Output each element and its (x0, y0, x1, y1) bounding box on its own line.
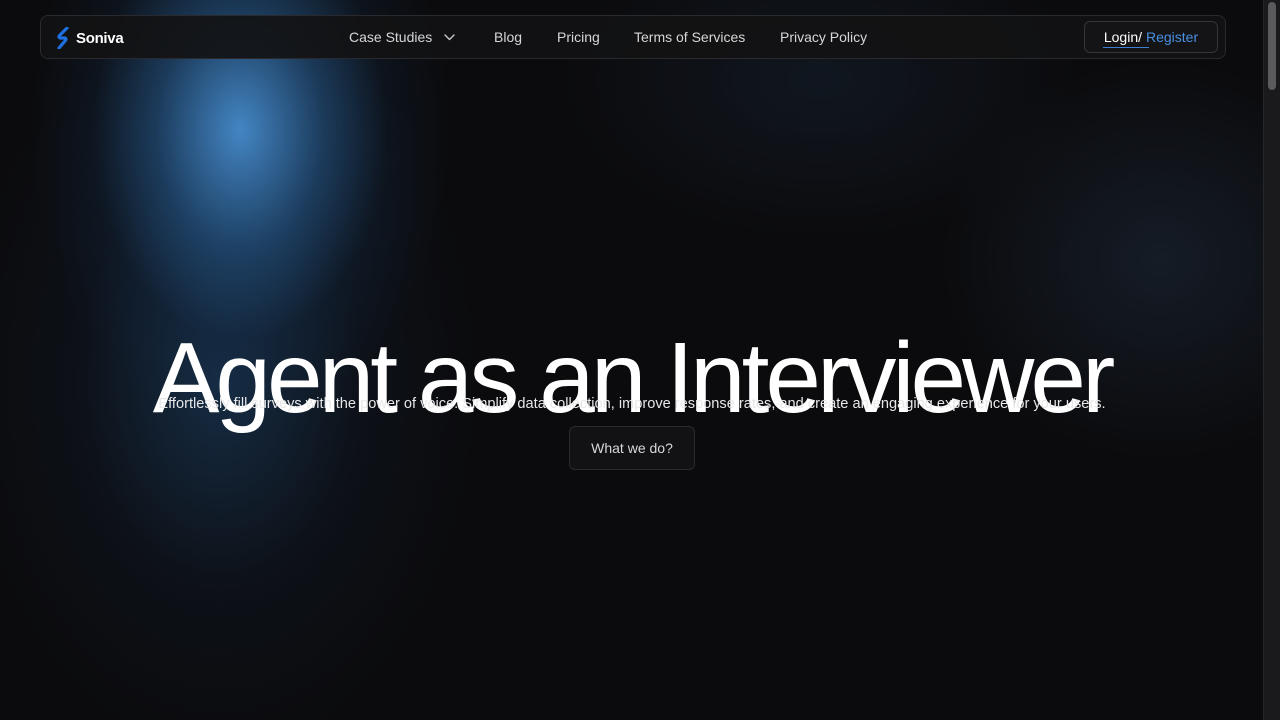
nav-item-blog[interactable]: Blog (494, 29, 522, 45)
auth-separator: / (1138, 29, 1142, 45)
login-underline (1103, 47, 1149, 48)
soniva-logo-icon (57, 27, 69, 49)
nav-item-privacy-policy[interactable]: Privacy Policy (780, 29, 867, 45)
scrollbar-thumb[interactable] (1268, 2, 1276, 90)
nav-item-label: Blog (494, 29, 523, 45)
nav-item-label: Terms of Services (634, 29, 746, 45)
login-register-button[interactable]: Login / Register (1084, 21, 1218, 53)
chevron-down-icon (444, 33, 455, 40)
register-link[interactable]: Register (1146, 29, 1198, 45)
nav-item-case-studies[interactable]: Case Studies (349, 29, 455, 45)
page-scrollbar[interactable] (1263, 0, 1280, 720)
what-we-do-button[interactable]: What we do? (569, 426, 695, 470)
hero-title: Agent as an Interviewer (152, 322, 1116, 434)
nav-item-label: Pricing (557, 29, 600, 45)
nav-item-label: Case Studies (349, 29, 433, 45)
brand-logo[interactable]: Soniva (56, 27, 124, 49)
brand-name: Soniva (76, 29, 124, 47)
login-link[interactable]: Login (1104, 29, 1138, 45)
nav-item-label: Privacy Policy (780, 29, 868, 45)
hero-subtitle: Effortlessly fill surveys with the power… (158, 395, 1106, 412)
nav-menu: Case Studies Blog Pricing Terms of Servi… (41, 16, 1225, 58)
top-navbar: Soniva Case Studies Blog Pricing Terms o… (40, 15, 1226, 59)
nav-item-terms-of-services[interactable]: Terms of Services (634, 29, 745, 45)
nav-item-pricing[interactable]: Pricing (557, 29, 600, 45)
